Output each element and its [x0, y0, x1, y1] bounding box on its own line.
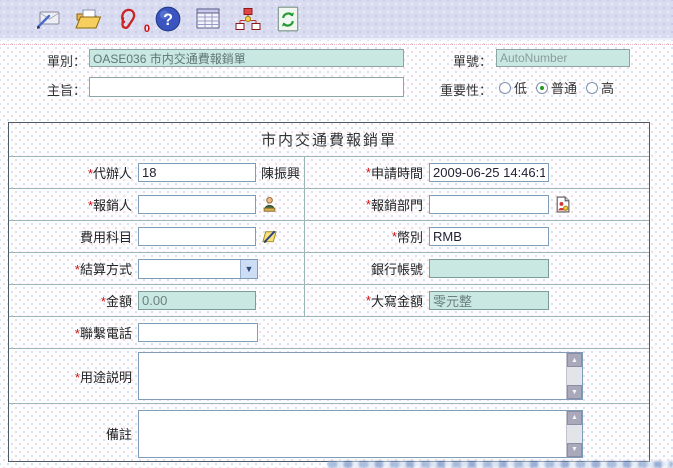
chevron-down-icon[interactable]: ▼: [240, 260, 257, 278]
form-row-claimant: *報銷人 *報銷部門: [9, 189, 649, 221]
form-row-amount: *金額 *大寫金額: [9, 285, 649, 317]
importance-option-low[interactable]: 低: [499, 78, 527, 97]
radio-label: 普通: [551, 78, 577, 97]
expense-form: 市内交通費報銷單 *代辦人 陳振興 *申請時間 *報銷人: [8, 122, 650, 462]
document-header: 單別： 單號： 主旨： 重要性： 低 普通 高: [0, 44, 673, 120]
attachment-icon[interactable]: 0: [114, 5, 142, 33]
doc-no-input: [496, 49, 630, 67]
attachment-count-badge: 0: [144, 23, 150, 35]
person-picker-icon[interactable]: [261, 196, 278, 213]
purpose-scrollbar[interactable]: ▲ ▼: [566, 353, 582, 399]
agent-input[interactable]: [138, 163, 256, 182]
importance-option-high[interactable]: 高: [586, 78, 614, 97]
amount-label: *金額: [9, 291, 137, 310]
scroll-up-icon[interactable]: ▲: [567, 411, 582, 425]
doc-type-input: [89, 49, 404, 67]
amount-words-input: [429, 291, 549, 310]
doc-no-label: 單號：: [436, 51, 492, 70]
currency-input[interactable]: [429, 227, 549, 246]
form-row-agent: *代辦人 陳振興 *申請時間: [9, 157, 649, 189]
radio-icon[interactable]: [499, 82, 511, 94]
report-icon[interactable]: [194, 5, 222, 33]
bank-account-input: [429, 259, 549, 278]
purpose-textarea[interactable]: [139, 353, 566, 399]
radio-label: 高: [601, 78, 614, 97]
subject-input[interactable]: [89, 77, 404, 97]
remarks-scrollbar[interactable]: ▲ ▼: [566, 411, 582, 457]
importance-label: 重要性：: [436, 80, 492, 99]
open-folder-icon[interactable]: [74, 5, 102, 33]
radio-icon[interactable]: [586, 82, 598, 94]
scroll-down-icon[interactable]: ▼: [567, 385, 582, 399]
category-picker-icon[interactable]: [261, 228, 278, 245]
form-row-phone: *聯繫電話: [9, 317, 649, 349]
agent-label: *代辦人: [9, 163, 137, 182]
remarks-label: 備註: [9, 424, 137, 443]
remarks-textarea[interactable]: [139, 411, 566, 457]
department-picker-icon[interactable]: [554, 196, 571, 213]
importance-option-normal[interactable]: 普通: [536, 78, 577, 97]
purpose-textarea-frame: ▲ ▼: [138, 352, 583, 400]
apply-time-label: *申請時間: [304, 157, 428, 188]
form-row-purpose: *用途説明 ▲ ▼: [9, 349, 649, 404]
remarks-textarea-frame: ▲ ▼: [138, 410, 583, 458]
expense-category-label: 費用科目: [9, 227, 137, 246]
form-title: 市内交通費報銷單: [9, 123, 649, 157]
scroll-down-icon[interactable]: ▼: [567, 443, 582, 457]
claim-dept-input[interactable]: [429, 195, 549, 214]
doc-type-label: 單別：: [18, 51, 86, 70]
radio-label: 低: [514, 78, 527, 97]
claim-dept-label: *報銷部門: [304, 189, 428, 220]
subject-label: 主旨：: [18, 80, 86, 99]
agent-name-text: 陳振興: [261, 163, 300, 182]
form-row-category: 費用科目 *幣別: [9, 221, 649, 253]
expense-form-window: 0 ?: [0, 0, 673, 468]
form-row-settlement: *結算方式 ▼ 銀行帳號: [9, 253, 649, 285]
purpose-label: *用途説明: [9, 367, 137, 386]
apply-time-input[interactable]: [429, 163, 549, 182]
settlement-label: *結算方式: [9, 259, 137, 278]
contact-phone-input[interactable]: [138, 323, 258, 342]
claimant-label: *報銷人: [9, 195, 137, 214]
amount-input: [138, 291, 256, 310]
toolbar: 0 ?: [0, 0, 673, 40]
settlement-select[interactable]: ▼: [138, 259, 258, 279]
bottom-watermark: [328, 461, 673, 468]
contact-phone-label: *聯繫電話: [9, 323, 137, 342]
form-row-remarks: 備註 ▲ ▼: [9, 404, 649, 463]
currency-label: *幣別: [304, 221, 428, 252]
radio-icon[interactable]: [536, 82, 548, 94]
workflow-icon[interactable]: [234, 5, 262, 33]
mail-send-icon[interactable]: [34, 5, 62, 33]
amount-words-label: *大寫金額: [304, 285, 428, 316]
scroll-up-icon[interactable]: ▲: [567, 353, 582, 367]
help-icon[interactable]: ?: [154, 5, 182, 33]
expense-category-input[interactable]: [138, 227, 256, 246]
importance-radio-group: 低 普通 高: [499, 78, 614, 97]
claimant-input[interactable]: [138, 195, 256, 214]
svg-text:?: ?: [163, 11, 173, 29]
bank-account-label: 銀行帳號: [304, 253, 428, 284]
refresh-icon[interactable]: [274, 5, 302, 33]
